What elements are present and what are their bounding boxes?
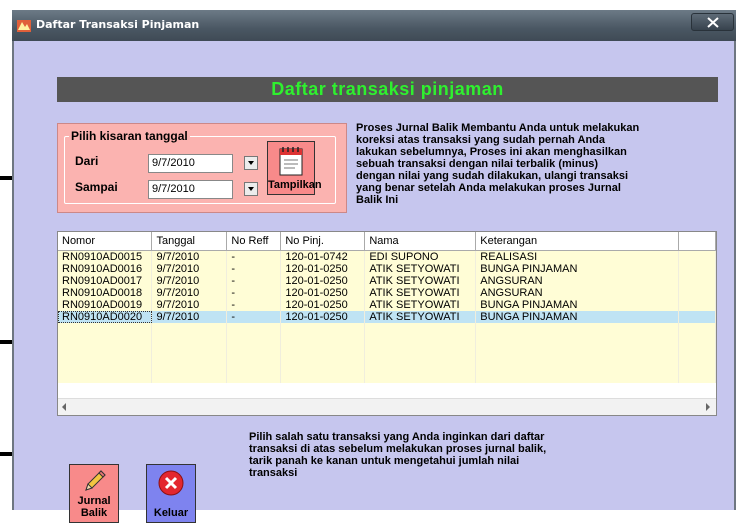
info-line: dengan nilai yang sudah dilakukan, ulang… (356, 170, 629, 182)
cell-nomor: RN0910AD0015 (58, 250, 153, 263)
cell-keterangan: BUNGA PINJAMAN (475, 311, 680, 323)
cell-nomor: RN0910AD0020 (58, 311, 153, 323)
close-icon (707, 17, 719, 28)
cell-nomor: RN0910AD0016 (58, 263, 153, 275)
from-date-field[interactable]: 9/7/2010 (148, 154, 233, 173)
transactions-table[interactable]: Nomor Tanggal No Reff No Pinj. Nama Kete… (57, 231, 717, 416)
column-header-no-pinj[interactable]: No Pinj. (280, 232, 366, 251)
cell-keterangan: BUNGA PINJAMAN (475, 299, 680, 311)
column-header-nomor[interactable]: Nomor (58, 232, 153, 251)
cell-no-reff: - (226, 250, 282, 263)
info-line: sebuah transaksi dengan nilai terbalik (… (356, 158, 599, 170)
cell-no-reff: - (226, 299, 282, 311)
cell-no-pinj: 120-01-0250 (280, 287, 366, 299)
info-line: Proses Jurnal Balik Membantu Anda untuk … (356, 122, 640, 134)
cell-no-reff: - (226, 287, 282, 299)
cell-nama: ATIK SETYOWATI (364, 263, 477, 275)
info-line: Pilih salah satu transaksi yang Anda ing… (249, 431, 545, 443)
table-row-empty (58, 359, 716, 371)
to-label: Sampai (75, 180, 118, 194)
cell-tanggal: 9/7/2010 (151, 299, 228, 311)
scroll-left-icon[interactable] (62, 403, 66, 411)
cell-nama: ATIK SETYOWATI (364, 299, 477, 311)
cell-no-pinj: 120-01-0250 (280, 299, 366, 311)
horizontal-scrollbar[interactable] (58, 398, 716, 415)
cell-nama: ATIK SETYOWATI (364, 287, 477, 299)
exit-button[interactable]: Keluar (146, 464, 196, 523)
close-button[interactable] (691, 13, 734, 31)
show-button[interactable]: Tampilkan (267, 141, 322, 195)
cell-tanggal: 9/7/2010 (151, 287, 228, 299)
cell-keterangan: ANGSURAN (475, 287, 680, 299)
table-row-empty (58, 371, 716, 383)
column-header-keterangan[interactable]: Keterangan (475, 232, 680, 251)
table-row[interactable]: RN0910AD0019 9/7/2010-120-01-0250 ATIK SET… (58, 299, 716, 311)
cell-no-reff: - (226, 311, 282, 323)
show-button-label: Tampilkan (268, 179, 322, 191)
cell-keterangan: BUNGA PINJAMAN (475, 263, 680, 275)
journal-button-label-1: Jurnal (77, 495, 111, 507)
table-row-empty (58, 335, 716, 347)
cell-nama: EDI SUPONO (364, 250, 477, 263)
table-row-selected[interactable]: RN0910AD0020 9/7/2010-120-01-0250 ATIK SET… (58, 311, 716, 323)
cell-tanggal: 9/7/2010 (151, 311, 228, 323)
cell-no-pinj: 120-01-0250 (280, 275, 366, 287)
cell-tanggal: 9/7/2010 (151, 263, 228, 275)
info-line: Balik Ini (356, 194, 399, 206)
cell-keterangan: ANGSURAN (475, 275, 680, 287)
to-date-field[interactable]: 9/7/2010 (148, 180, 233, 199)
info-line: koreksi atas transaksi yang sudah pernah… (356, 134, 606, 146)
page-title: Daftar transaksi pinjaman (57, 77, 718, 102)
from-label: Dari (75, 154, 99, 168)
info-line: transaksi di atas sebelum melakukan pros… (249, 443, 547, 455)
column-header-filler (678, 232, 716, 251)
journal-button-label-2: Balik (80, 507, 108, 519)
info-line: lakukan sebelumnya, Proses ini akan meng… (356, 146, 627, 158)
cell-nomor: RN0910AD0018 (58, 287, 153, 299)
close-circle-icon (158, 470, 184, 496)
cell-nama: ATIK SETYOWATI (364, 275, 477, 287)
table-row-empty (58, 323, 716, 335)
app-icon (17, 20, 31, 32)
journal-reverse-button[interactable]: Jurnal Balik (69, 464, 119, 523)
from-date-dropdown-button[interactable] (244, 156, 258, 170)
info-line: transaksi (249, 467, 298, 479)
document-icon (279, 147, 303, 176)
cell-no-pinj: 120-01-0250 (280, 311, 366, 323)
info-text-bottom: Pilih salah satu transaksi yang Anda ing… (249, 431, 546, 479)
date-range-legend: Pilih kisaran tanggal (69, 129, 190, 143)
table-row[interactable]: RN0910AD0016 9/7/2010-120-01-0250 ATIK SET… (58, 263, 716, 275)
cell-nama: ATIK SETYOWATI (364, 311, 477, 323)
exit-button-label: Keluar (153, 507, 189, 519)
table-row[interactable]: RN0910AD0018 9/7/2010-120-01-0250 ATIK SET… (58, 287, 716, 299)
column-header-nama[interactable]: Nama (364, 232, 477, 251)
scroll-right-icon[interactable] (706, 403, 710, 411)
cell-no-pinj: 120-01-0742 (280, 250, 366, 263)
column-header-tanggal[interactable]: Tanggal (151, 232, 228, 251)
window-client-area: Daftar transaksi pinjaman Pilih kisaran … (12, 41, 736, 523)
cell-nomor: RN0910AD0017 (58, 275, 153, 287)
table-row-empty (58, 347, 716, 359)
cell-no-reff: - (226, 275, 282, 287)
to-date-dropdown-button[interactable] (244, 182, 258, 196)
cell-tanggal: 9/7/2010 (151, 275, 228, 287)
cell-no-pinj: 120-01-0250 (280, 263, 366, 275)
column-header-no-reff[interactable]: No Reff (226, 232, 282, 251)
table-row[interactable]: RN0910AD0017 9/7/2010-120-01-0250 ATIK SET… (58, 275, 716, 287)
cell-keterangan: REALISASI (475, 250, 680, 263)
cell-nomor: RN0910AD0019 (58, 299, 153, 311)
table-row[interactable]: RN0910AD0015 9/7/2010-120-01-0742 EDI SUPO… (58, 250, 716, 263)
pencil-icon (85, 470, 106, 491)
info-line: tarik panah ke kanan untuk mengetahui ju… (249, 455, 520, 467)
window-titlebar[interactable]: Daftar Transaksi Pinjaman (12, 10, 736, 41)
cell-tanggal: 9/7/2010 (151, 250, 228, 263)
info-text-top: Proses Jurnal Balik Membantu Anda untuk … (356, 122, 639, 206)
table-header-row: Nomor Tanggal No Reff No Pinj. Nama Kete… (58, 232, 716, 251)
cell-no-reff: - (226, 263, 282, 275)
window-title: Daftar Transaksi Pinjaman (36, 18, 200, 31)
info-line: yang benar setelah Anda melakukan proses… (356, 182, 621, 194)
